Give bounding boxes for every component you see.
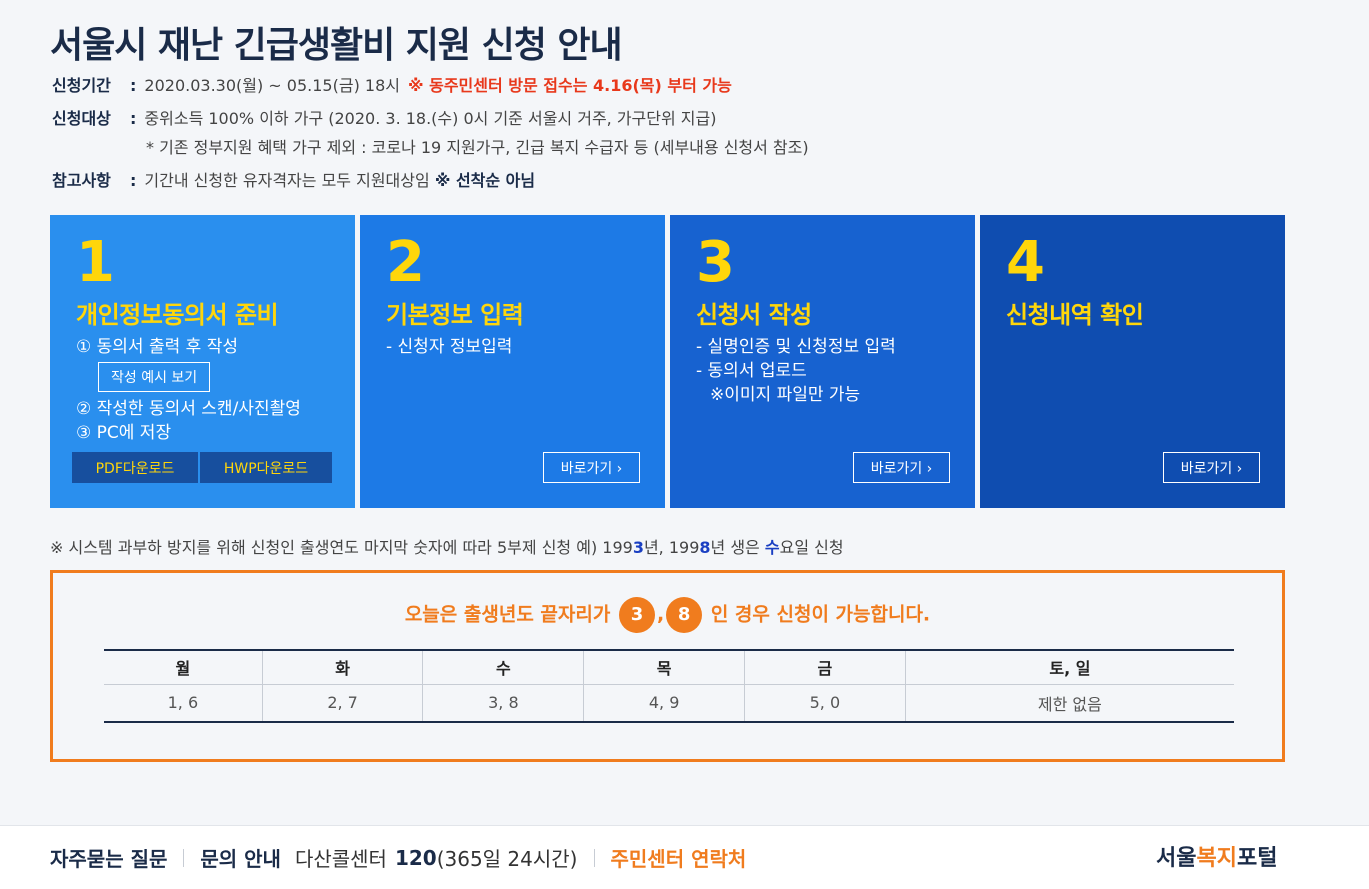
footer-links: 자주묻는 질문 문의 안내 다산콜센터 120 (365일 24시간) 주민센터 …	[50, 843, 746, 872]
faq-link[interactable]: 자주묻는 질문	[50, 843, 167, 872]
period-label: 신청기간	[52, 76, 111, 95]
page-title: 서울시 재난 긴급생활비 지원 신청 안내	[50, 25, 623, 66]
step-1: 1 개인정보동의서 준비 ① 동의서 출력 후 작성 작성 예시 보기 ② 작성…	[50, 215, 355, 508]
callcenter-hours: (365일 24시간)	[436, 847, 578, 871]
contact-label: 문의 안내	[200, 847, 281, 871]
ref-row: 참고사항: 기간내 신청한 유자격자는 모두 지원대상임 ※ 선착순 아님	[52, 167, 535, 191]
step-2: 2 기본정보 입력 - 신청자 정보입력 바로가기 ›	[360, 215, 665, 508]
step-number: 1	[76, 230, 115, 295]
five-day-note: ※ 시스템 과부하 방지를 위해 신청인 출생연도 마지막 숫자에 따라 5부제…	[50, 534, 844, 558]
table-cell: 1, 6	[104, 684, 263, 723]
note-day: 수	[764, 538, 780, 557]
table-header: 금	[744, 649, 906, 685]
target-label: 신청대상	[52, 109, 111, 128]
table-header: 월	[104, 649, 263, 685]
ref-label: 참고사항	[52, 171, 111, 190]
note-text: ※ 시스템 과부하 방지를 위해 신청인 출생연도 마지막 숫자에 따라 5부제…	[50, 538, 633, 557]
table-row: 1, 6 2, 7 3, 8 4, 9 5, 0 제한 없음	[104, 684, 1234, 723]
table-cell: 5, 0	[744, 684, 906, 723]
table-cell: 2, 7	[261, 684, 423, 723]
callcenter-number: 120	[394, 845, 437, 870]
ref-strong: ※ 선착순 아님	[434, 171, 536, 190]
period-row: 신청기간:2020.03.30(월) ~ 05.15(금) 18시 ※ 동주민센터…	[52, 72, 732, 96]
target-row: 신청대상: 중위소득 100% 이하 가구 (2020. 3. 18.(수) 0시…	[52, 105, 717, 129]
note-digit: 3	[632, 538, 644, 557]
today-text: 인 경우 신청이 가능합니다.	[710, 603, 931, 626]
step-line: - 신청자 정보입력	[386, 337, 513, 357]
table-cell: 4, 9	[583, 684, 745, 723]
step-title: 신청서 작성	[696, 301, 812, 329]
step-line: ※이미지 파일만 가능	[710, 385, 861, 405]
step-line: ① 동의서 출력 후 작성	[76, 337, 238, 357]
colon: :	[130, 171, 137, 190]
logo-text: 포털	[1236, 846, 1278, 871]
period-value: 2020.03.30(월) ~ 05.15(금) 18시	[144, 76, 400, 95]
step-4: 4 신청내역 확인 바로가기 ›	[980, 215, 1285, 508]
today-box: 오늘은 출생년도 끝자리가 3,8 인 경우 신청이 가능합니다. 월 화 수 …	[50, 570, 1285, 762]
today-message: 오늘은 출생년도 끝자리가 3,8 인 경우 신청이 가능합니다.	[53, 597, 1282, 633]
step-3: 3 신청서 작성 - 실명인증 및 신청정보 입력 - 동의서 업로드 ※이미지…	[670, 215, 975, 508]
table-header: 목	[583, 649, 745, 685]
today-text: 오늘은 출생년도 끝자리가	[404, 603, 611, 626]
step-line: ② 작성한 동의서 스캔/사진촬영	[76, 399, 301, 419]
note-text: 년 생은	[710, 538, 765, 557]
comma: ,	[656, 603, 665, 626]
step-title: 개인정보동의서 준비	[76, 301, 279, 329]
step-number: 2	[386, 230, 425, 295]
step-number: 4	[1006, 230, 1045, 295]
target-sub: * 기존 정부지원 혜택 가구 제외 : 코로나 19 지원가구, 긴급 복지 …	[146, 138, 809, 157]
note-text: 년, 199	[643, 538, 700, 557]
example-view-button[interactable]: 작성 예시 보기	[98, 362, 211, 392]
step-title: 신청내역 확인	[1006, 301, 1144, 329]
target-value: 중위소득 100% 이하 가구 (2020. 3. 18.(수) 0시 기준 서…	[144, 109, 717, 128]
step-line: - 실명인증 및 신청정보 입력	[696, 337, 896, 357]
divider	[183, 848, 185, 867]
digit-badge: 3	[618, 597, 655, 633]
table-header-row: 월 화 수 목 금 토, 일	[104, 649, 1234, 685]
ref-value: 기간내 신청한 유자격자는 모두 지원대상임	[144, 171, 430, 190]
seoul-welfare-portal-logo[interactable]: 서울복지포털	[1156, 840, 1277, 872]
weekday-table: 월 화 수 목 금 토, 일 1, 6 2, 7 3, 8 4, 9 5, 0 …	[104, 649, 1234, 723]
period-notice: ※ 동주민센터 방문 접수는 4.16(목) 부터 가능	[407, 76, 732, 95]
go-button-step-3[interactable]: 바로가기 ›	[853, 452, 950, 483]
digit-badge: 8	[666, 597, 703, 633]
logo-text: 서울	[1156, 846, 1197, 871]
pdf-download-button[interactable]: PDF다운로드	[72, 452, 198, 483]
footer: 자주묻는 질문 문의 안내 다산콜센터 120 (365일 24시간) 주민센터 …	[0, 825, 1369, 889]
go-button-step-4[interactable]: 바로가기 ›	[1163, 452, 1260, 483]
step-number: 3	[696, 230, 735, 295]
download-buttons: PDF다운로드 HWP다운로드	[72, 452, 332, 483]
callcenter-label: 다산콜센터	[294, 847, 387, 871]
note-text: 요일 신청	[779, 538, 844, 557]
logo-text: 복지	[1196, 846, 1237, 871]
table-header: 화	[261, 649, 423, 685]
colon: :	[130, 76, 137, 95]
table-header: 토, 일	[904, 649, 1234, 685]
center-contact-link[interactable]: 주민센터 연락처	[611, 843, 747, 872]
step-line: ③ PC에 저장	[76, 423, 172, 443]
hwp-download-button[interactable]: HWP다운로드	[200, 452, 332, 483]
divider	[593, 848, 595, 867]
step-line: - 동의서 업로드	[696, 361, 807, 381]
table-cell: 3, 8	[422, 684, 584, 723]
note-digit: 8	[699, 538, 711, 557]
go-button-step-2[interactable]: 바로가기 ›	[543, 452, 640, 483]
steps-panel: 1 개인정보동의서 준비 ① 동의서 출력 후 작성 작성 예시 보기 ② 작성…	[50, 215, 1285, 508]
colon: :	[130, 109, 137, 128]
table-header: 수	[422, 649, 584, 685]
table-cell: 제한 없음	[904, 684, 1234, 723]
step-title: 기본정보 입력	[386, 301, 524, 329]
